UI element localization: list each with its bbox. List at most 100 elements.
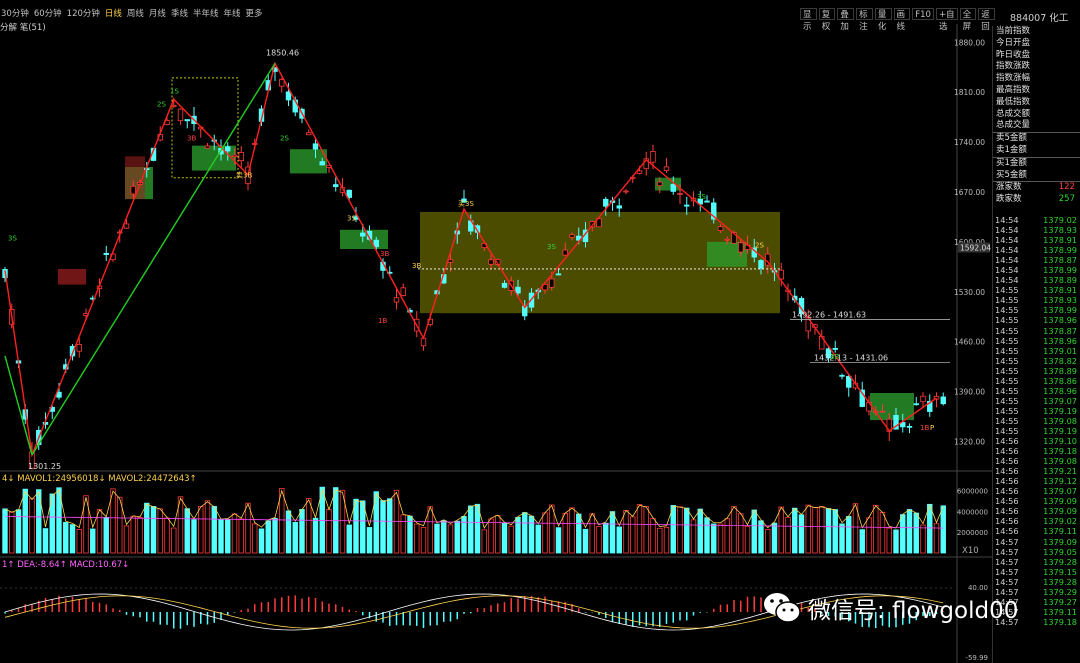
volume-bar (285, 510, 292, 554)
candle-body (400, 287, 406, 296)
segment-line (4, 355, 33, 456)
pivot-zone (340, 229, 388, 249)
volume-bar (650, 518, 656, 554)
volume-bar (164, 517, 170, 554)
signal-label: 2S (157, 100, 166, 108)
candle-body (603, 198, 609, 207)
volume-bar (218, 519, 224, 554)
sidebar-row: 买5金额 (996, 169, 1027, 180)
candle-body (103, 252, 109, 255)
candle-body (279, 79, 285, 87)
tick-row: 14:55 1379.07 (995, 395, 1077, 406)
volume-bar (616, 526, 622, 554)
volume-bar (184, 508, 190, 554)
sidebar-row: 涨家数 122 (993, 181, 1080, 194)
tick-row: 14:56 1379.02 (995, 516, 1077, 527)
vol-indicator-label: 4↓ MAVOL1:24956018↓ MAVOL2:24472643↑ (2, 474, 197, 484)
volume-bar (731, 506, 737, 554)
tick-row: 14:55 1378.89 (995, 365, 1077, 376)
volume-bar (677, 506, 683, 554)
volume-bar (265, 520, 271, 554)
index-code: 884007 (1010, 13, 1047, 24)
candle-body (76, 343, 82, 352)
volume-bar (765, 529, 771, 554)
volume-bar (198, 506, 204, 554)
volume-bar (697, 508, 703, 554)
candle-body (657, 181, 663, 187)
candle-body (333, 184, 339, 188)
y-tick-label: 1880.00 (954, 38, 985, 47)
volume-bar (859, 529, 865, 554)
volume-bar (704, 517, 710, 554)
tick-row: 14:56 1379.07 (995, 486, 1077, 497)
candle-body (940, 396, 946, 405)
volume-bar (420, 526, 427, 554)
signal-label: 3B (830, 353, 839, 361)
volume-bar (22, 488, 28, 554)
candle-body (704, 200, 710, 203)
tick-row: 14:57 1379.15 (995, 566, 1077, 577)
segment-line (31, 62, 276, 456)
volume-bar (866, 517, 872, 554)
tick-row: 14:56 1379.12 (995, 476, 1077, 487)
volume-bar (812, 506, 818, 554)
candle-body (738, 242, 744, 253)
volume-bar (771, 522, 778, 554)
candle-body (306, 132, 312, 136)
volume-bar (90, 528, 96, 554)
candle-body (616, 205, 622, 209)
tick-row: 14:54 1379.02 (995, 215, 1077, 225)
sidebar-row: 总成交量 (996, 120, 1031, 131)
candle-body (677, 193, 683, 195)
candle-body (920, 395, 926, 403)
volume-bar (9, 511, 15, 554)
volume-bar (603, 522, 609, 554)
candle-body (906, 425, 913, 428)
y-tick-label: 1810.00 (954, 88, 985, 97)
candle-body (515, 286, 521, 294)
volume-bar (157, 508, 163, 554)
pivot-zone-red (58, 268, 86, 285)
volume-bar (427, 506, 433, 554)
candle-body (650, 151, 656, 163)
wechat-icon (764, 593, 801, 623)
volume-bar (15, 509, 22, 554)
tick-row: 14:55 1379.19 (995, 405, 1077, 416)
volume-bar (623, 509, 629, 554)
tick-row: 14:54 1378.99 (995, 265, 1077, 276)
volume-bar (879, 512, 886, 554)
sidebar-row: 指数涨跌 (996, 61, 1031, 72)
volume-bar (123, 525, 130, 554)
tick-row: 14:55 1379.01 (995, 345, 1077, 356)
volume-bar (535, 524, 541, 554)
candle-body (569, 234, 575, 238)
volume-bar (738, 513, 744, 554)
tick-row: 14:55 1378.96 (995, 315, 1077, 326)
sidebar-row: 昨日收盘 (996, 49, 1031, 60)
y-tick-label: 1320.00 (954, 437, 985, 446)
macd-indicator-label: 1↑ DEA:-8.64↑ MACD:10.67↓ (2, 560, 130, 570)
volume-bar (454, 520, 460, 554)
volume-bar (744, 525, 751, 554)
signal-label: P (930, 424, 934, 432)
signal-label: 卖3B (236, 172, 252, 180)
sidebar-row: 当前指数 (996, 26, 1031, 36)
volume-bar (468, 505, 474, 554)
sidebar-row: 买1金额 (993, 156, 1080, 170)
volume-bar (387, 498, 393, 554)
vol-tick: 2000000 (957, 529, 988, 537)
tick-row: 14:56 1379.10 (995, 436, 1077, 447)
sidebar-row: 总成交额 (996, 108, 1031, 119)
volume-bar (906, 509, 913, 554)
tick-row: 14:55 1378.82 (995, 355, 1077, 366)
tick-row: 14:55 1378.99 (995, 305, 1077, 316)
low-label: 1301.25 (28, 462, 61, 471)
volume-bar (846, 516, 852, 554)
level-label-1: 1492.26 - 1491.63 (792, 311, 866, 320)
tick-row: 14:56 1379.09 (995, 496, 1077, 507)
kline-chart[interactable]: 1880.001810.001740.001670.001600.001530.… (0, 0, 992, 663)
volume-bar (258, 528, 265, 554)
volume-bar (589, 513, 595, 554)
signal-label: 3S (697, 193, 706, 201)
y-tick-label: 1460.00 (954, 338, 985, 347)
